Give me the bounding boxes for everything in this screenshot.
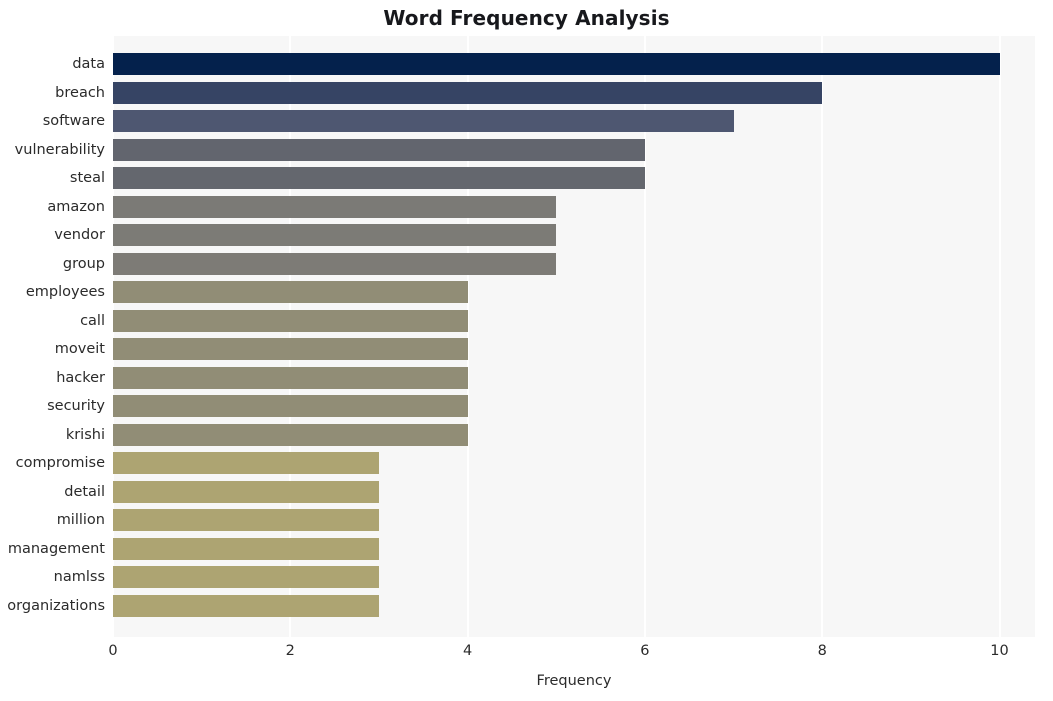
bar-row <box>113 423 1035 446</box>
plot-area <box>113 36 1035 637</box>
y-axis-tick-label-steal: steal <box>69 170 105 187</box>
bar-vulnerability <box>113 138 645 161</box>
bar-row <box>113 281 1035 304</box>
bar-organizations <box>113 594 379 617</box>
bar-detail <box>113 480 379 503</box>
bar-call <box>113 309 468 332</box>
x-axis-tick-label-0: 0 <box>108 643 118 659</box>
chart-figure: Word Frequency Analysis data breach softwa… <box>0 0 1053 701</box>
y-axis-tick-label-vendor: vendor <box>54 227 105 244</box>
x-axis-tick-label-4: 4 <box>462 643 473 659</box>
bar-row <box>113 167 1035 190</box>
bar-compromise <box>113 452 379 475</box>
bar-row <box>113 537 1035 560</box>
bar-management <box>113 537 379 560</box>
bar-row <box>113 366 1035 389</box>
bar-row <box>113 224 1035 247</box>
bar-software <box>113 110 734 133</box>
bar-data <box>113 53 1000 76</box>
x-axis-tick-label-10: 10 <box>990 643 1009 659</box>
bar-row <box>113 110 1035 133</box>
bar-row <box>113 195 1035 218</box>
y-axis-tick-label-employees: employees <box>25 284 105 301</box>
y-axis-tick-label-security: security <box>47 398 105 415</box>
y-axis-tick-label-call: call <box>80 312 105 329</box>
bar-krishi <box>113 423 468 446</box>
bar-row <box>113 480 1035 503</box>
y-axis-tick-label-group: group <box>62 255 105 272</box>
bar-amazon <box>113 195 557 218</box>
y-axis-tick-label-vulnerability: vulnerability <box>14 141 105 158</box>
bar-steal <box>113 167 645 190</box>
y-axis-tick-label-detail: detail <box>64 483 105 500</box>
y-axis-tick-label-data: data <box>72 56 105 73</box>
bar-row <box>113 252 1035 275</box>
bar-row <box>113 81 1035 104</box>
bar-row <box>113 395 1035 418</box>
x-axis-ticks: 0 2 4 6 8 10 <box>0 643 1053 667</box>
bar-row <box>113 138 1035 161</box>
bar-million <box>113 509 379 532</box>
y-axis-tick-label-moveit: moveit <box>54 341 105 358</box>
bar-row <box>113 309 1035 332</box>
y-axis-tick-label-hacker: hacker <box>56 369 105 386</box>
x-axis-tick-label-2: 2 <box>285 643 295 659</box>
bar-row <box>113 452 1035 475</box>
bar-security <box>113 395 468 418</box>
bar-group <box>113 252 557 275</box>
bar-row <box>113 509 1035 532</box>
y-axis-tick-label-compromise: compromise <box>15 455 105 472</box>
y-axis-labels: data breach software vulnerability steal amaz… <box>0 36 105 637</box>
x-axis-tick-label-6: 6 <box>640 643 650 659</box>
y-axis-tick-label-management: management <box>7 540 105 557</box>
bar-moveit <box>113 338 468 361</box>
y-axis-tick-label-software: software <box>42 113 105 130</box>
y-axis-tick-label-million: million <box>56 512 105 529</box>
bar-hacker <box>113 366 468 389</box>
bar-breach <box>113 81 823 104</box>
y-axis-tick-label-breach: breach <box>55 84 105 101</box>
bar-row <box>113 594 1035 617</box>
bar-vendor <box>113 224 557 247</box>
y-axis-tick-label-krishi: krishi <box>65 426 105 443</box>
page-title: Word Frequency Analysis <box>383 6 670 30</box>
y-axis-tick-label-amazon: amazon <box>47 198 105 215</box>
y-axis-tick-label-namlss: namlss <box>53 569 105 586</box>
bar-employees <box>113 281 468 304</box>
x-axis-label: Frequency <box>536 673 612 689</box>
bar-row <box>113 566 1035 589</box>
bar-namlss <box>113 566 379 589</box>
y-axis-tick-label-organizations: organizations <box>7 597 105 614</box>
bar-row <box>113 338 1035 361</box>
bar-row <box>113 53 1035 76</box>
x-axis-tick-label-8: 8 <box>817 643 827 659</box>
